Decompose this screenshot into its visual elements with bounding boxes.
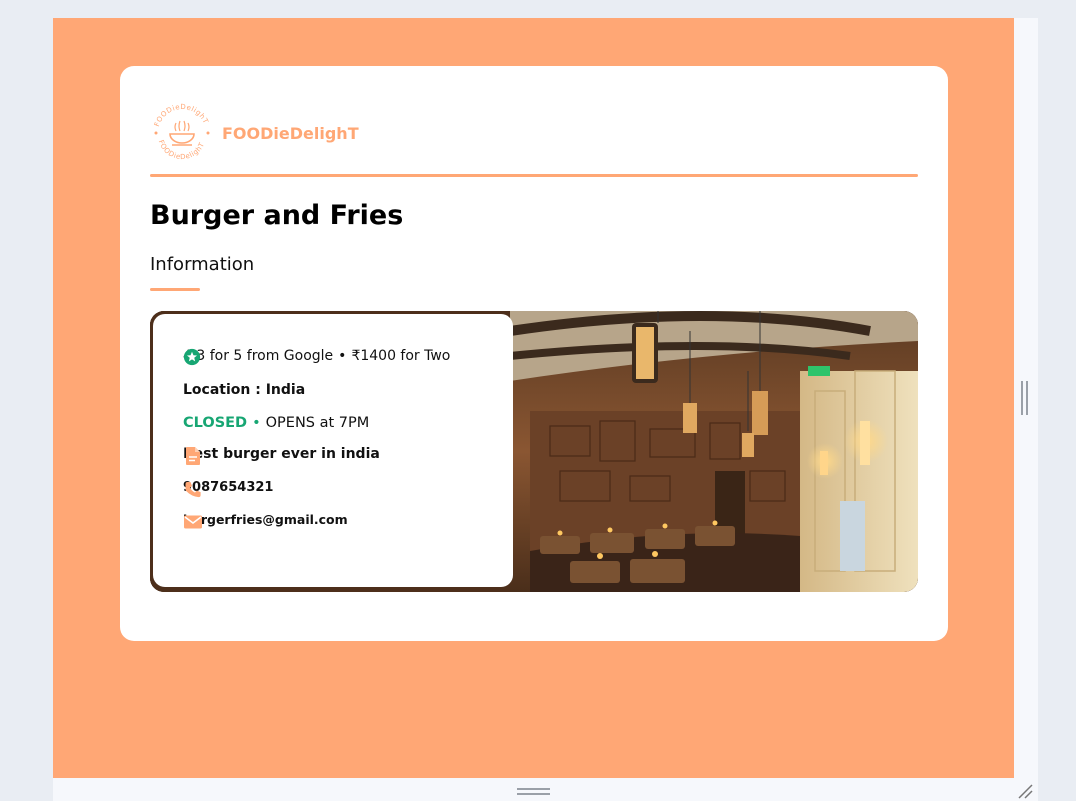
phone-row[interactable]: 9087654321 — [183, 480, 273, 498]
status-row: CLOSED • OPENS at 7PM — [183, 415, 369, 431]
restaurant-card: FOODieDelighT FOODieDelighT FOODieDeligh… — [120, 66, 948, 641]
vertical-resize-handle[interactable] — [1021, 381, 1029, 415]
section-underline — [150, 288, 200, 291]
restaurant-photo: 4.3 for 5 from Google • ₹1400 for Two Lo… — [150, 311, 918, 592]
email-row[interactable]: burgerfries@gmail.com — [183, 512, 348, 529]
phone-icon — [185, 482, 201, 498]
description-row: Best burger ever in india — [183, 446, 380, 465]
brand-name: FOODieDelighT — [222, 123, 359, 143]
svg-text:FOODieDelighT: FOODieDelighT — [153, 103, 210, 128]
status-badge: CLOSED — [183, 415, 248, 431]
horizontal-resize-handle[interactable] — [517, 788, 550, 796]
info-panel: 4.3 for 5 from Google • ₹1400 for Two Lo… — [153, 314, 513, 587]
description-text: Best burger ever in india — [183, 446, 380, 462]
section-title: Information — [150, 254, 255, 275]
star-icon — [183, 348, 201, 366]
price-text: ₹1400 for Two — [351, 348, 451, 364]
rating-row: 4.3 for 5 from Google • ₹1400 for Two — [183, 348, 451, 366]
header-divider — [150, 174, 918, 177]
opening-time: OPENS at 7PM — [265, 415, 370, 431]
rating-separator: • — [338, 348, 347, 364]
status-separator: • — [252, 415, 261, 431]
restaurant-title: Burger and Fries — [150, 200, 404, 231]
logo-icon: FOODieDelighT FOODieDelighT — [153, 103, 210, 161]
mail-icon — [184, 515, 202, 529]
email-address[interactable]: burgerfries@gmail.com — [183, 512, 348, 527]
document-icon — [186, 447, 200, 465]
rating-text: 4.3 for 5 from Google — [183, 348, 334, 364]
brand[interactable]: FOODieDelighT FOODieDelighT FOODieDeligh… — [150, 100, 359, 166]
resize-corner-icon[interactable] — [1016, 782, 1034, 800]
location-text: Location : India — [183, 382, 306, 398]
